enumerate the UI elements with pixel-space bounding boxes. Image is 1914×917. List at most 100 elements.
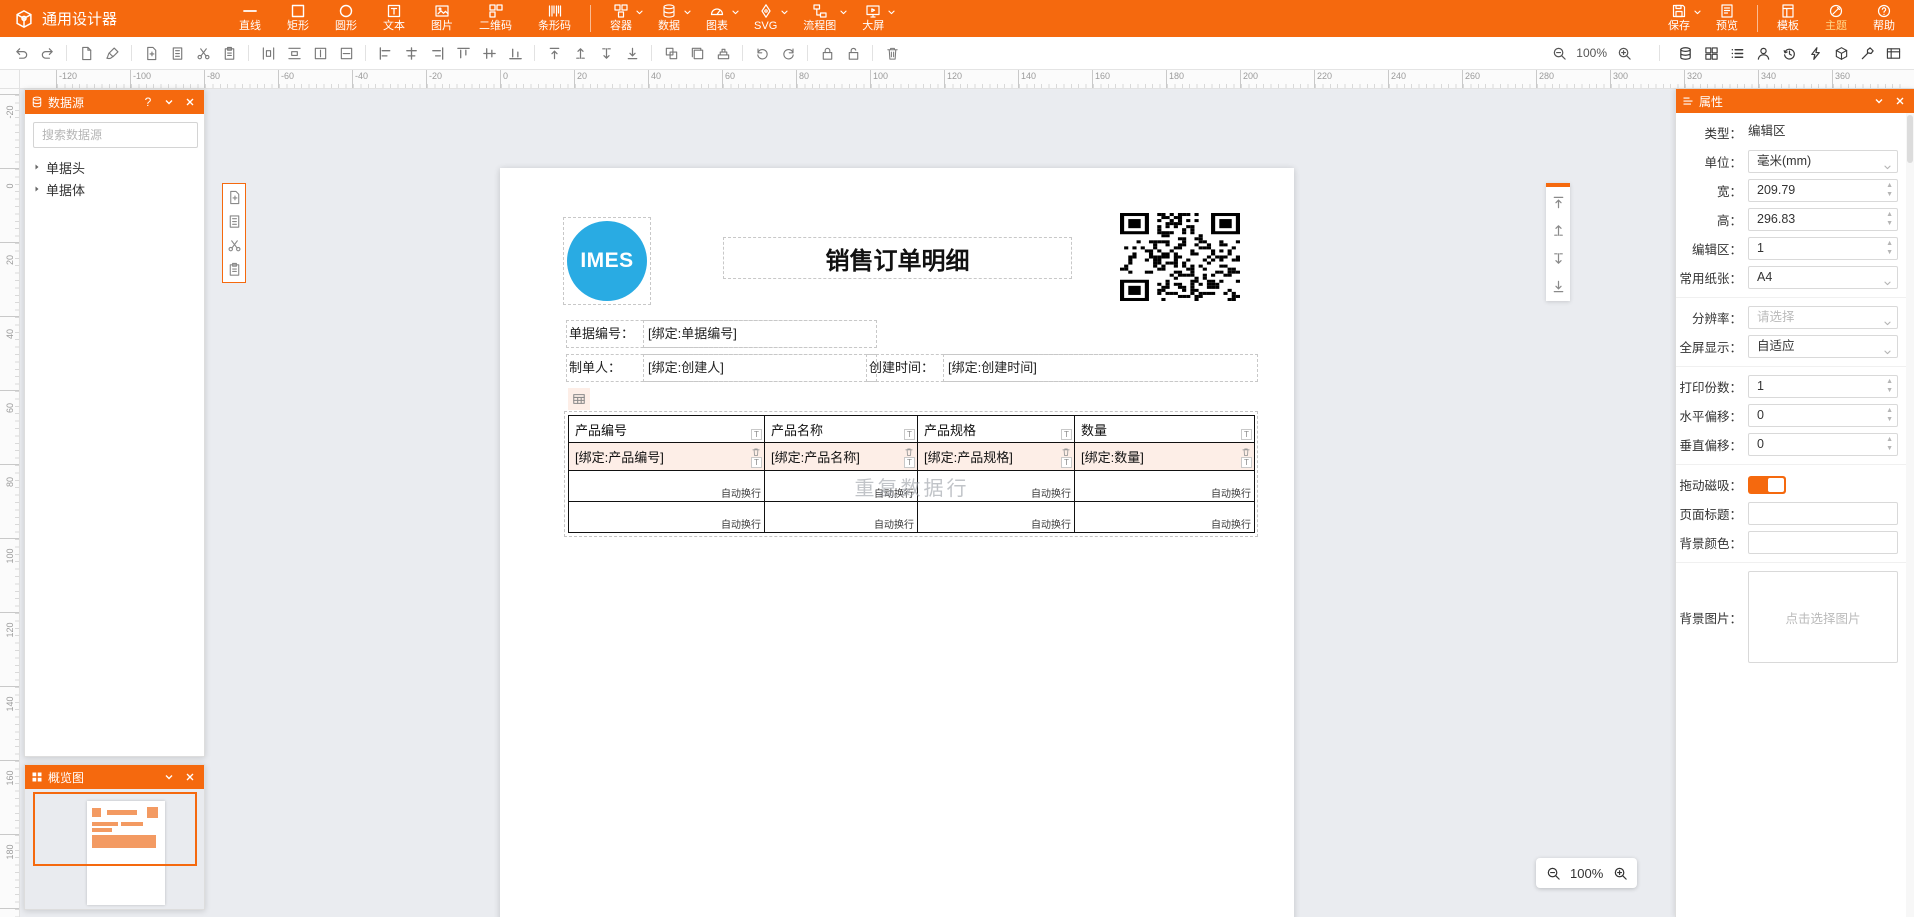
- collapse-icon[interactable]: [161, 769, 177, 785]
- move-up-button[interactable]: [1549, 221, 1567, 239]
- align-center-h-button[interactable]: [400, 42, 422, 64]
- canvas-zoom-in-button[interactable]: [1611, 864, 1629, 882]
- collapse-icon[interactable]: [1871, 93, 1887, 109]
- tool-text[interactable]: 文本: [370, 0, 418, 37]
- combine-button[interactable]: [660, 42, 682, 64]
- design-canvas[interactable]: IMES 销售订单明细 单据编号： [绑定:单据编号] 制单人： [绑定:创建人…: [20, 89, 1914, 917]
- layers-button[interactable]: [712, 42, 734, 64]
- tool-chart[interactable]: 图表: [693, 0, 741, 37]
- bind-cell[interactable]: [绑定:产品编号]T: [569, 443, 765, 471]
- text-style-badge[interactable]: T: [904, 429, 915, 440]
- tool-template[interactable]: 模板: [1764, 0, 1812, 37]
- tool-svg[interactable]: SVG: [741, 0, 790, 37]
- to-bottom-button[interactable]: [621, 42, 643, 64]
- tool-data[interactable]: 数据: [645, 0, 693, 37]
- page-add-button[interactable]: [140, 42, 162, 64]
- autowrap-cell[interactable]: 自动换行: [765, 471, 918, 502]
- tree-item-docheader[interactable]: 单据头: [25, 156, 204, 178]
- autowrap-cell[interactable]: 自动换行: [918, 502, 1075, 533]
- close-icon[interactable]: [182, 769, 198, 785]
- property-stepper[interactable]: 0▲▼: [1748, 404, 1898, 427]
- widgets-button[interactable]: [1700, 42, 1722, 64]
- close-icon[interactable]: [182, 94, 198, 110]
- delete-cell-icon[interactable]: [904, 445, 915, 456]
- tool-rect[interactable]: 矩形: [274, 0, 322, 37]
- datasource-panel-header[interactable]: 数据源 ?: [25, 90, 204, 114]
- align-bottom-button[interactable]: [504, 42, 526, 64]
- history-button[interactable]: [1778, 42, 1800, 64]
- autowrap-cell[interactable]: 自动换行: [569, 502, 765, 533]
- undo-button[interactable]: [10, 42, 32, 64]
- property-stepper[interactable]: 1▲▼: [1748, 237, 1898, 260]
- page-copy-button[interactable]: [225, 212, 243, 230]
- tool-qrcode[interactable]: 二维码: [466, 0, 525, 37]
- box-center-h-button[interactable]: [335, 42, 357, 64]
- page-copy-button[interactable]: [166, 42, 188, 64]
- move-down-button[interactable]: [1549, 249, 1567, 267]
- overview-body[interactable]: [25, 789, 204, 909]
- delete-cell-icon[interactable]: [1241, 445, 1252, 456]
- zoom-out-button[interactable]: [1548, 42, 1570, 64]
- tool-line[interactable]: 直线: [226, 0, 274, 37]
- clipboard-button[interactable]: [218, 42, 240, 64]
- property-stepper[interactable]: 209.79▲▼: [1748, 179, 1898, 202]
- datasource-button[interactable]: [1674, 42, 1696, 64]
- delete-cell-icon[interactable]: [751, 445, 762, 456]
- outline-button[interactable]: [1726, 42, 1748, 64]
- autowrap-cell[interactable]: 自动换行: [765, 502, 918, 533]
- tool-save[interactable]: 保存: [1655, 0, 1703, 37]
- autowrap-cell[interactable]: 自动换行: [1075, 471, 1255, 502]
- tool-flow[interactable]: 流程图: [790, 0, 849, 37]
- package-button[interactable]: [1830, 42, 1852, 64]
- bind-cell[interactable]: [绑定:产品规格]T: [918, 443, 1075, 471]
- tool-image[interactable]: 图片: [418, 0, 466, 37]
- property-select[interactable]: A4: [1748, 266, 1898, 289]
- title-text-element[interactable]: 销售订单明细: [723, 237, 1072, 279]
- tool-barcode[interactable]: 条形码: [525, 0, 584, 37]
- header-cell[interactable]: 产品名称T: [765, 416, 918, 443]
- stepper-arrows[interactable]: ▲▼: [1886, 211, 1893, 228]
- unlock-button[interactable]: [842, 42, 864, 64]
- autowrap-cell[interactable]: 自动换行: [1075, 502, 1255, 533]
- overview-panel-header[interactable]: 概览图: [25, 765, 204, 789]
- qrcode-element[interactable]: [1120, 213, 1240, 301]
- bind-cell[interactable]: [绑定:产品名称]T: [765, 443, 918, 471]
- delete-cell-icon[interactable]: [1061, 445, 1072, 456]
- zoom-in-button[interactable]: [1613, 42, 1635, 64]
- tool-container[interactable]: 容器: [597, 0, 645, 37]
- align-top-button[interactable]: [452, 42, 474, 64]
- align-left-button[interactable]: [374, 42, 396, 64]
- field-creator-value[interactable]: [绑定:创建人]: [643, 354, 877, 382]
- text-style-badge[interactable]: T: [1061, 429, 1072, 440]
- stepper-arrows[interactable]: ▲▼: [1886, 182, 1893, 199]
- stepper-arrows[interactable]: ▲▼: [1886, 436, 1893, 453]
- tool-screen[interactable]: 大屏: [849, 0, 897, 37]
- page-add-button[interactable]: [225, 188, 243, 206]
- bind-cell[interactable]: [绑定:数量]T: [1075, 443, 1255, 471]
- property-stepper[interactable]: 1▲▼: [1748, 375, 1898, 398]
- text-style-badge[interactable]: T: [751, 429, 762, 440]
- text-style-badge[interactable]: T: [1061, 457, 1072, 468]
- properties-panel-header[interactable]: 属性: [1676, 89, 1914, 113]
- close-icon[interactable]: [1892, 93, 1908, 109]
- duplicate-button[interactable]: [686, 42, 708, 64]
- tool-circle[interactable]: 圆形: [322, 0, 370, 37]
- detail-table[interactable]: 产品编号T产品名称T产品规格T数量T[绑定:产品编号]T[绑定:产品名称]T[绑…: [568, 415, 1255, 533]
- scissors-button[interactable]: [192, 42, 214, 64]
- panel-button[interactable]: [1882, 42, 1904, 64]
- header-cell[interactable]: 产品编号T: [569, 416, 765, 443]
- text-style-badge[interactable]: T: [751, 457, 762, 468]
- collapse-icon[interactable]: [161, 94, 177, 110]
- align-center-v-button[interactable]: [478, 42, 500, 64]
- autowrap-cell[interactable]: 自动换行: [569, 471, 765, 502]
- text-style-badge[interactable]: T: [1241, 457, 1252, 468]
- canvas-zoom-out-button[interactable]: [1544, 864, 1562, 882]
- lock-button[interactable]: [816, 42, 838, 64]
- stepper-arrows[interactable]: ▲▼: [1886, 407, 1893, 424]
- dist-v-button[interactable]: [283, 42, 305, 64]
- background-image-picker[interactable]: 点击选择图片: [1748, 571, 1898, 663]
- property-select[interactable]: 毫米(mm): [1748, 150, 1898, 173]
- tool-help[interactable]: 帮助: [1860, 0, 1908, 37]
- rotate-left-button[interactable]: [751, 42, 773, 64]
- table-settings-button[interactable]: [568, 388, 590, 410]
